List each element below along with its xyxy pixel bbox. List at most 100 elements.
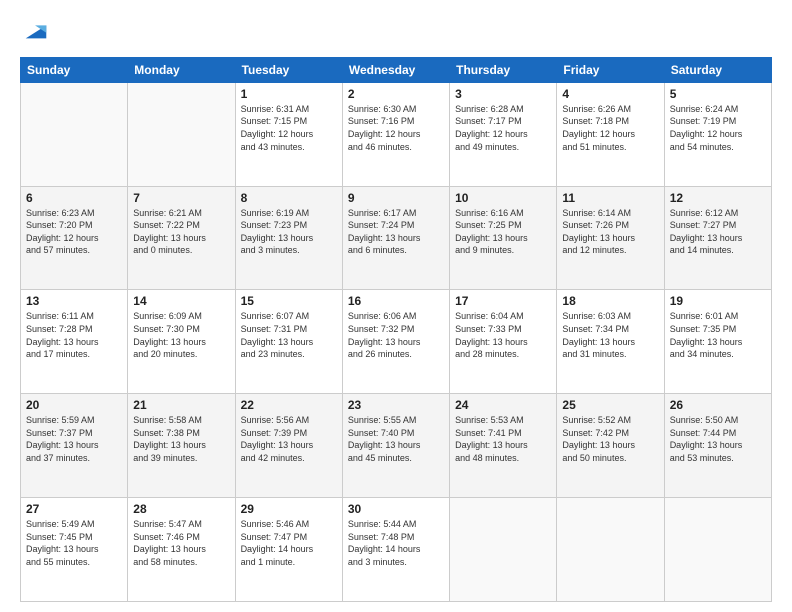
day-info: Sunrise: 6:06 AM Sunset: 7:32 PM Dayligh… [348,310,444,360]
day-number: 16 [348,294,444,308]
calendar-cell: 20 Sunrise: 5:59 AM Sunset: 7:37 PM Dayli… [21,394,128,498]
day-info: Sunrise: 6:12 AM Sunset: 7:27 PM Dayligh… [670,207,766,257]
calendar-cell: 7Sunrise: 6:21 AM Sunset: 7:22 PM Daylig… [128,186,235,290]
calendar-cell: 27Sunrise: 5:49 AM Sunset: 7:45 PM Dayli… [21,498,128,602]
day-number: 5 [670,87,766,101]
day-number: 21 [133,398,229,412]
calendar-cell [557,498,664,602]
calendar-cell [664,498,771,602]
day-number: 28 [133,502,229,516]
calendar-cell: 13 Sunrise: 6:11 AM Sunset: 7:28 PM Dayli… [21,290,128,394]
day-info: Sunrise: 5:46 AM Sunset: 7:47 PM Dayligh… [241,518,337,568]
day-number: 29 [241,502,337,516]
day-number: 1 [241,87,337,101]
day-info: Sunrise: 5:50 AM Sunset: 7:44 PM Dayligh… [670,414,766,464]
calendar-cell: 17Sunrise: 6:04 AM Sunset: 7:33 PM Dayli… [450,290,557,394]
calendar-cell: 24 Sunrise: 5:53 AM Sunset: 7:41 PM Dayli… [450,394,557,498]
day-info: Sunrise: 6:09 AM Sunset: 7:30 PM Dayligh… [133,310,229,360]
calendar-cell: 11 Sunrise: 6:14 AM Sunset: 7:26 PM Dayli… [557,186,664,290]
calendar-week-row: 13 Sunrise: 6:11 AM Sunset: 7:28 PM Dayli… [21,290,772,394]
logo-label [20,16,50,49]
day-number: 2 [348,87,444,101]
day-number: 13 [26,294,122,308]
day-number: 9 [348,191,444,205]
day-info: Sunrise: 6:28 AM Sunset: 7:17 PM Dayligh… [455,103,551,153]
day-number: 3 [455,87,551,101]
calendar-cell: 16 Sunrise: 6:06 AM Sunset: 7:32 PM Dayli… [342,290,449,394]
day-number: 30 [348,502,444,516]
day-number: 12 [670,191,766,205]
header-saturday: Saturday [664,57,771,82]
calendar-cell: 2 Sunrise: 6:30 AM Sunset: 7:16 PM Daylig… [342,82,449,186]
day-info: Sunrise: 6:31 AM Sunset: 7:15 PM Dayligh… [241,103,337,153]
day-info: Sunrise: 5:49 AM Sunset: 7:45 PM Dayligh… [26,518,122,568]
calendar-cell: 21 Sunrise: 5:58 AM Sunset: 7:38 PM Dayli… [128,394,235,498]
day-number: 15 [241,294,337,308]
logo [20,16,50,49]
day-info: Sunrise: 5:55 AM Sunset: 7:40 PM Dayligh… [348,414,444,464]
calendar-week-row: 27Sunrise: 5:49 AM Sunset: 7:45 PM Dayli… [21,498,772,602]
header-monday: Monday [128,57,235,82]
calendar-cell [128,82,235,186]
calendar-cell: 10 Sunrise: 6:16 AM Sunset: 7:25 PM Dayli… [450,186,557,290]
calendar-week-row: 1 Sunrise: 6:31 AM Sunset: 7:15 PM Daylig… [21,82,772,186]
day-info: Sunrise: 6:04 AM Sunset: 7:33 PM Dayligh… [455,310,551,360]
calendar-cell: 9 Sunrise: 6:17 AM Sunset: 7:24 PM Daylig… [342,186,449,290]
calendar-cell [21,82,128,186]
logo-text-block [20,16,50,49]
day-number: 10 [455,191,551,205]
calendar-cell: 25 Sunrise: 5:52 AM Sunset: 7:42 PM Dayli… [557,394,664,498]
calendar-cell: 19 Sunrise: 6:01 AM Sunset: 7:35 PM Dayli… [664,290,771,394]
day-number: 4 [562,87,658,101]
day-number: 19 [670,294,766,308]
day-info: Sunrise: 6:11 AM Sunset: 7:28 PM Dayligh… [26,310,122,360]
logo-icon [22,16,50,44]
calendar-cell: 5Sunrise: 6:24 AM Sunset: 7:19 PM Daylig… [664,82,771,186]
header [20,16,772,49]
calendar-cell: 30 Sunrise: 5:44 AM Sunset: 7:48 PM Dayli… [342,498,449,602]
day-info: Sunrise: 6:17 AM Sunset: 7:24 PM Dayligh… [348,207,444,257]
calendar-cell: 22Sunrise: 5:56 AM Sunset: 7:39 PM Dayli… [235,394,342,498]
calendar-table: SundayMondayTuesdayWednesdayThursdayFrid… [20,57,772,602]
day-info: Sunrise: 6:16 AM Sunset: 7:25 PM Dayligh… [455,207,551,257]
calendar-cell: 26 Sunrise: 5:50 AM Sunset: 7:44 PM Dayli… [664,394,771,498]
calendar-cell: 23 Sunrise: 5:55 AM Sunset: 7:40 PM Dayli… [342,394,449,498]
day-info: Sunrise: 5:44 AM Sunset: 7:48 PM Dayligh… [348,518,444,568]
day-info: Sunrise: 5:58 AM Sunset: 7:38 PM Dayligh… [133,414,229,464]
calendar-cell: 3 Sunrise: 6:28 AM Sunset: 7:17 PM Daylig… [450,82,557,186]
calendar-cell: 4Sunrise: 6:26 AM Sunset: 7:18 PM Daylig… [557,82,664,186]
day-number: 20 [26,398,122,412]
day-info: Sunrise: 6:23 AM Sunset: 7:20 PM Dayligh… [26,207,122,257]
day-number: 25 [562,398,658,412]
day-info: Sunrise: 5:59 AM Sunset: 7:37 PM Dayligh… [26,414,122,464]
day-number: 14 [133,294,229,308]
day-info: Sunrise: 5:56 AM Sunset: 7:39 PM Dayligh… [241,414,337,464]
calendar-week-row: 6Sunrise: 6:23 AM Sunset: 7:20 PM Daylig… [21,186,772,290]
header-wednesday: Wednesday [342,57,449,82]
header-tuesday: Tuesday [235,57,342,82]
header-thursday: Thursday [450,57,557,82]
header-friday: Friday [557,57,664,82]
header-sunday: Sunday [21,57,128,82]
day-number: 7 [133,191,229,205]
day-number: 23 [348,398,444,412]
day-number: 8 [241,191,337,205]
day-info: Sunrise: 6:19 AM Sunset: 7:23 PM Dayligh… [241,207,337,257]
calendar-cell: 6Sunrise: 6:23 AM Sunset: 7:20 PM Daylig… [21,186,128,290]
day-info: Sunrise: 6:30 AM Sunset: 7:16 PM Dayligh… [348,103,444,153]
day-info: Sunrise: 6:14 AM Sunset: 7:26 PM Dayligh… [562,207,658,257]
calendar-cell: 12 Sunrise: 6:12 AM Sunset: 7:27 PM Dayli… [664,186,771,290]
day-number: 26 [670,398,766,412]
calendar-header-row: SundayMondayTuesdayWednesdayThursdayFrid… [21,57,772,82]
day-number: 18 [562,294,658,308]
day-info: Sunrise: 6:03 AM Sunset: 7:34 PM Dayligh… [562,310,658,360]
day-info: Sunrise: 5:52 AM Sunset: 7:42 PM Dayligh… [562,414,658,464]
day-info: Sunrise: 5:53 AM Sunset: 7:41 PM Dayligh… [455,414,551,464]
day-number: 11 [562,191,658,205]
calendar-cell: 28Sunrise: 5:47 AM Sunset: 7:46 PM Dayli… [128,498,235,602]
calendar-week-row: 20 Sunrise: 5:59 AM Sunset: 7:37 PM Dayli… [21,394,772,498]
calendar-cell: 18 Sunrise: 6:03 AM Sunset: 7:34 PM Dayli… [557,290,664,394]
day-info: Sunrise: 6:01 AM Sunset: 7:35 PM Dayligh… [670,310,766,360]
calendar-cell [450,498,557,602]
day-number: 24 [455,398,551,412]
